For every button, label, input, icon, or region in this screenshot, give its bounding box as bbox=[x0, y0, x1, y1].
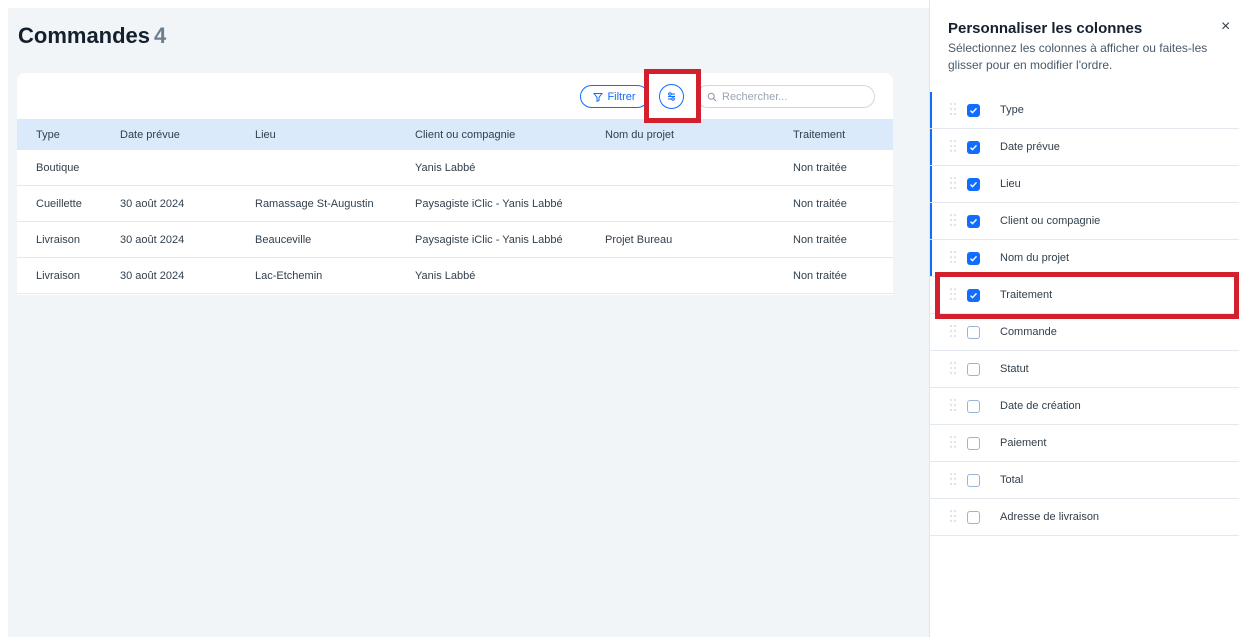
traitement-row-highlight bbox=[935, 272, 1239, 319]
columns-button-highlight bbox=[644, 69, 701, 123]
check-icon bbox=[970, 107, 978, 114]
drag-handle-icon[interactable] bbox=[950, 214, 956, 230]
cell-traitement: Non traitée bbox=[793, 269, 847, 282]
column-checkbox[interactable] bbox=[967, 103, 980, 117]
column-checkbox[interactable] bbox=[967, 399, 980, 413]
cell-client: Paysagiste iClic - Yanis Labbé bbox=[415, 197, 563, 210]
panel-subtitle: Sélectionnez les colonnes à afficher ou … bbox=[948, 41, 1208, 72]
column-label: Commande bbox=[1000, 326, 1057, 338]
header-type[interactable]: Type bbox=[36, 119, 60, 150]
drag-handle-icon[interactable] bbox=[950, 177, 956, 193]
column-label: Statut bbox=[1000, 363, 1029, 375]
column-checkbox[interactable] bbox=[967, 436, 980, 450]
column-item[interactable]: Lieu bbox=[930, 166, 1239, 203]
column-checkbox[interactable] bbox=[967, 473, 980, 487]
column-label: Nom du projet bbox=[1000, 252, 1070, 264]
column-item[interactable]: Statut bbox=[930, 351, 1239, 388]
cell-client: Yanis Labbé bbox=[415, 161, 476, 174]
cell-lieu: Ramassage St-Augustin bbox=[255, 197, 374, 210]
drag-handle-icon[interactable] bbox=[950, 251, 956, 267]
column-item[interactable]: Type bbox=[930, 92, 1239, 129]
filter-button[interactable]: Filtrer bbox=[580, 85, 649, 108]
cell-date-prevue: 30 août 2024 bbox=[120, 233, 185, 246]
column-checkbox[interactable] bbox=[967, 510, 980, 524]
drag-handle-icon[interactable] bbox=[950, 473, 956, 489]
column-item[interactable]: Total bbox=[930, 462, 1239, 499]
cell-date-prevue: 30 août 2024 bbox=[120, 269, 185, 282]
column-label: Date de création bbox=[1000, 400, 1081, 412]
cell-lieu: Lac-Etchemin bbox=[255, 269, 323, 282]
column-item[interactable]: Client ou compagnie bbox=[930, 203, 1239, 240]
column-checkbox[interactable] bbox=[967, 177, 980, 191]
drag-handle-icon[interactable] bbox=[950, 325, 956, 341]
cell-traitement: Non traitée bbox=[793, 197, 847, 210]
page-title-text: Commandes bbox=[18, 23, 151, 48]
close-icon[interactable]: × bbox=[1221, 19, 1230, 35]
search-placeholder: Rechercher... bbox=[722, 90, 788, 103]
check-icon bbox=[970, 218, 978, 225]
cell-traitement: Non traitée bbox=[793, 233, 847, 246]
column-label: Lieu bbox=[1000, 178, 1021, 190]
header-nom-projet[interactable]: Nom du projet bbox=[605, 119, 674, 150]
column-item[interactable]: Commande bbox=[930, 314, 1239, 351]
page-title: Commandes 4 bbox=[18, 23, 166, 49]
table-header: Type Date prévue Lieu Client ou compagni… bbox=[17, 119, 893, 150]
panel-title: Personnaliser les colonnes bbox=[948, 20, 1143, 37]
check-icon bbox=[970, 144, 978, 151]
column-checkbox[interactable] bbox=[967, 214, 980, 228]
drag-handle-icon[interactable] bbox=[950, 140, 956, 156]
drag-handle-icon[interactable] bbox=[950, 399, 956, 415]
column-checkbox[interactable] bbox=[967, 140, 980, 154]
column-label: Date prévue bbox=[1000, 141, 1060, 153]
orders-count: 4 bbox=[154, 23, 167, 48]
search-icon bbox=[707, 92, 717, 101]
cell-date-prevue: 30 août 2024 bbox=[120, 197, 185, 210]
cell-type: Boutique bbox=[36, 161, 80, 174]
column-label: Type bbox=[1000, 104, 1024, 116]
orders-table-card: Filtrer Rechercher... Type Date prévue L… bbox=[17, 73, 893, 295]
cell-type: Cueillette bbox=[36, 197, 82, 210]
column-label: Paiement bbox=[1000, 437, 1047, 449]
filter-icon bbox=[593, 92, 604, 102]
column-label: Client ou compagnie bbox=[1000, 215, 1101, 227]
table-row[interactable]: Cueillette 30 août 2024 Ramassage St-Aug… bbox=[17, 186, 893, 222]
cell-type: Livraison bbox=[36, 269, 81, 282]
column-label: Adresse de livraison bbox=[1000, 511, 1100, 523]
column-item[interactable]: Adresse de livraison bbox=[930, 499, 1239, 536]
table-row[interactable]: Boutique Yanis Labbé Non traitée bbox=[17, 150, 893, 186]
drag-handle-icon[interactable] bbox=[950, 103, 956, 119]
header-traitement[interactable]: Traitement bbox=[793, 119, 845, 150]
check-icon bbox=[970, 181, 978, 188]
cell-traitement: Non traitée bbox=[793, 161, 847, 174]
drag-handle-icon[interactable] bbox=[950, 510, 956, 526]
table-toolbar: Filtrer Rechercher... bbox=[17, 73, 893, 119]
cell-nom-projet: Projet Bureau bbox=[605, 233, 673, 246]
orders-page: Commandes 4 Filtrer Rechercher... Type D… bbox=[8, 8, 929, 637]
table-row[interactable]: Livraison 30 août 2024 Lac-Etchemin Yani… bbox=[17, 258, 893, 294]
column-label: Total bbox=[1000, 474, 1024, 486]
column-checkbox[interactable] bbox=[967, 251, 980, 265]
column-checkbox[interactable] bbox=[967, 362, 980, 376]
filter-button-label: Filtrer bbox=[607, 90, 636, 103]
drag-handle-icon[interactable] bbox=[950, 362, 956, 378]
search-input[interactable]: Rechercher... bbox=[696, 85, 875, 108]
column-checkbox[interactable] bbox=[967, 325, 980, 339]
header-date-prevue[interactable]: Date prévue bbox=[120, 119, 180, 150]
cell-client: Paysagiste iClic - Yanis Labbé bbox=[415, 233, 563, 246]
column-item[interactable]: Date de création bbox=[930, 388, 1239, 425]
header-client[interactable]: Client ou compagnie bbox=[415, 119, 515, 150]
check-icon bbox=[970, 255, 978, 262]
drag-handle-icon[interactable] bbox=[950, 436, 956, 452]
column-item[interactable]: Date prévue bbox=[930, 129, 1239, 166]
table-row[interactable]: Livraison 30 août 2024 Beauceville Paysa… bbox=[17, 222, 893, 258]
cell-client: Yanis Labbé bbox=[415, 269, 476, 282]
cell-lieu: Beauceville bbox=[255, 233, 312, 246]
header-lieu[interactable]: Lieu bbox=[255, 119, 276, 150]
cell-type: Livraison bbox=[36, 233, 81, 246]
column-item[interactable]: Paiement bbox=[930, 425, 1239, 462]
